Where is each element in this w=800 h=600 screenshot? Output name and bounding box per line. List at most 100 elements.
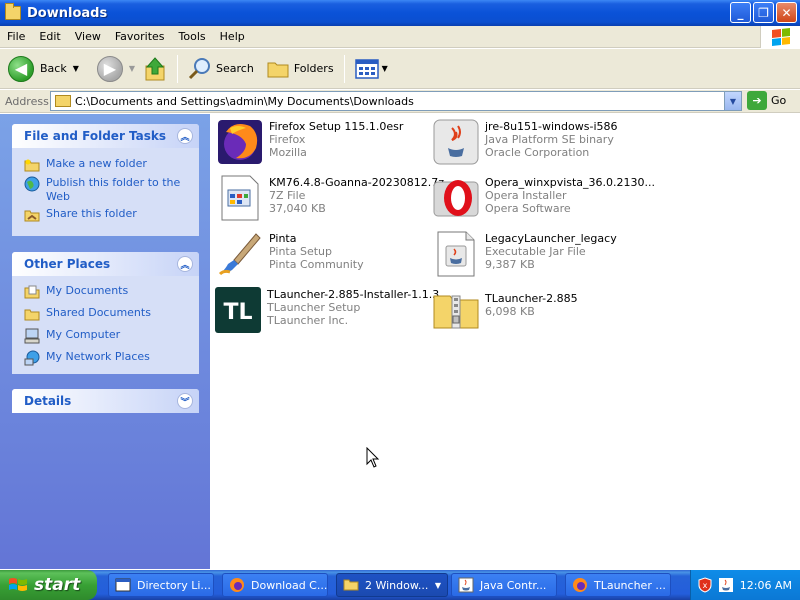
panel-header[interactable]: File and Folder Tasks ︽ — [12, 124, 199, 148]
file-folder-tasks-panel: File and Folder Tasks ︽ Make a new folde… — [12, 124, 199, 236]
task-pane: File and Folder Tasks ︽ Make a new folde… — [0, 114, 210, 569]
taskbar-item-label: Download C... — [251, 578, 328, 592]
file-name: jre-8u151-windows-i586 — [485, 120, 618, 133]
browser-window-icon — [115, 578, 131, 592]
panel-header[interactable]: Details ︾ — [12, 389, 199, 413]
new-folder-icon — [24, 157, 40, 173]
file-name: Pinta — [269, 232, 297, 245]
menu-bar: File Edit View Favorites Tools Help — [0, 26, 800, 48]
panel-header[interactable]: Other Places ︽ — [12, 252, 199, 276]
up-folder-button[interactable] — [139, 53, 171, 85]
file-type: Pinta Setup — [269, 245, 332, 258]
menu-view[interactable]: View — [68, 30, 108, 43]
place-my-computer[interactable]: My Computer — [24, 328, 189, 344]
file-name: Opera_winxpvista_36.0.2130... — [485, 176, 656, 189]
task-make-new-folder[interactable]: Make a new folder — [24, 157, 189, 173]
file-type: Executable Jar File — [485, 245, 586, 258]
panel-title: Other Places — [24, 257, 111, 271]
place-my-documents[interactable]: My Documents — [24, 284, 189, 300]
go-button[interactable]: ➔ Go — [747, 91, 786, 110]
address-dropdown-button[interactable]: ▼ — [724, 92, 741, 110]
folder-icon — [55, 95, 71, 107]
start-button[interactable]: start — [0, 570, 97, 600]
views-button[interactable]: ▼ — [351, 53, 392, 85]
menu-edit[interactable]: Edit — [32, 30, 67, 43]
file-item[interactable]: Opera_winxpvista_36.0.2130... Opera Inst… — [432, 174, 655, 222]
zip-folder-icon — [432, 286, 480, 334]
file-name: Firefox Setup 115.1.0esr — [269, 120, 404, 133]
search-icon — [188, 57, 211, 79]
file-company: Opera Software — [485, 202, 571, 215]
window-title: Downloads — [27, 5, 108, 21]
close-button[interactable]: ✕ — [776, 2, 797, 23]
taskbar-item-windows-group[interactable]: 2 Window... ▼ — [336, 573, 448, 597]
file-item[interactable]: KM76.4.8-Goanna-20230812.7z 7Z File 37,0… — [216, 174, 444, 222]
file-size: 37,040 KB — [269, 202, 326, 215]
windows-logo-icon — [9, 578, 27, 591]
menu-tools[interactable]: Tools — [172, 30, 213, 43]
file-item[interactable]: TL TLauncher-2.885-Installer-1.1.3 TLaun… — [214, 286, 439, 334]
collapse-icon[interactable]: ︽ — [177, 128, 193, 144]
file-item[interactable]: Firefox Setup 115.1.0esr Firefox Mozilla — [216, 118, 403, 166]
file-name: TLauncher-2.885-Installer-1.1.3 — [267, 288, 440, 301]
chevron-down-icon[interactable]: ▼ — [129, 64, 135, 73]
taskbar-item-directory-listing[interactable]: Directory Li... — [108, 573, 214, 597]
file-company: Oracle Corporation — [485, 146, 590, 159]
details-panel: Details ︾ — [12, 389, 199, 413]
share-folder-icon — [24, 207, 40, 223]
file-item[interactable]: TLauncher-2.885 6,098 KB — [432, 286, 578, 334]
task-publish-folder[interactable]: Publish this folder to the Web — [24, 176, 189, 204]
file-type: TLauncher Setup — [267, 301, 361, 314]
security-shield-icon[interactable]: x — [698, 577, 712, 593]
menu-file[interactable]: File — [0, 30, 32, 43]
up-folder-icon — [145, 56, 165, 80]
file-item[interactable]: jre-8u151-windows-i586 Java Platform SE … — [432, 118, 618, 166]
file-item[interactable]: Pinta Pinta Setup Pinta Community — [216, 230, 364, 278]
pinta-icon — [216, 230, 264, 278]
file-name: TLauncher-2.885 — [485, 292, 578, 305]
file-type: Java Platform SE binary — [485, 133, 614, 146]
folder-icon — [343, 579, 359, 591]
address-bar: Address C:\Documents and Settings\admin\… — [0, 90, 800, 113]
taskbar-item-label: 2 Window... — [365, 578, 429, 592]
file-item[interactable]: LegacyLauncher_legacy Executable Jar Fil… — [432, 230, 617, 278]
chevron-down-icon: ▼ — [434, 580, 441, 590]
place-my-network-places[interactable]: My Network Places — [24, 350, 189, 366]
clock[interactable]: 12:06 AM — [740, 579, 792, 592]
collapse-icon[interactable]: ︽ — [177, 256, 193, 272]
java-icon — [458, 577, 474, 593]
panel-title: Details — [24, 394, 72, 408]
taskbar-item-download[interactable]: Download C... — [222, 573, 328, 597]
back-arrow-icon: ◀ — [8, 55, 34, 82]
task-share-folder[interactable]: Share this folder — [24, 207, 189, 223]
taskbar-item-java-control[interactable]: Java Contr... — [451, 573, 557, 597]
expand-icon[interactable]: ︾ — [177, 393, 193, 409]
folders-button[interactable]: Folders — [262, 53, 338, 85]
back-label: Back — [40, 62, 67, 75]
taskbar-item-tlauncher[interactable]: TLauncher ... — [565, 573, 671, 597]
chevron-down-icon[interactable]: ▼ — [73, 64, 79, 73]
menu-favorites[interactable]: Favorites — [108, 30, 172, 43]
forward-button[interactable]: ▶ ▼ — [93, 53, 139, 85]
folders-label: Folders — [293, 62, 334, 75]
search-button[interactable]: Search — [184, 53, 258, 85]
views-icon — [354, 58, 379, 79]
menu-help[interactable]: Help — [213, 30, 252, 43]
place-label: My Computer — [46, 328, 121, 341]
task-label: Publish this folder to the Web — [46, 176, 181, 203]
chevron-down-icon[interactable]: ▼ — [382, 64, 388, 73]
minimize-button[interactable]: _ — [730, 2, 751, 23]
task-label: Make a new folder — [46, 157, 147, 170]
address-input[interactable]: C:\Documents and Settings\admin\My Docum… — [50, 91, 742, 111]
java-tray-icon[interactable] — [718, 577, 734, 593]
file-name: LegacyLauncher_legacy — [485, 232, 617, 245]
place-shared-documents[interactable]: Shared Documents — [24, 306, 189, 322]
file-company: Pinta Community — [269, 258, 364, 271]
task-label: Share this folder — [46, 207, 137, 220]
folder-icon — [5, 3, 21, 20]
back-button[interactable]: ◀ Back ▼ — [4, 53, 83, 85]
taskbar-item-label: Java Contr... — [480, 578, 547, 592]
maximize-button[interactable]: ❐ — [753, 2, 774, 23]
file-type: 7Z File — [269, 189, 306, 202]
taskbar: start Directory Li... Download C... 2 Wi… — [0, 570, 800, 600]
